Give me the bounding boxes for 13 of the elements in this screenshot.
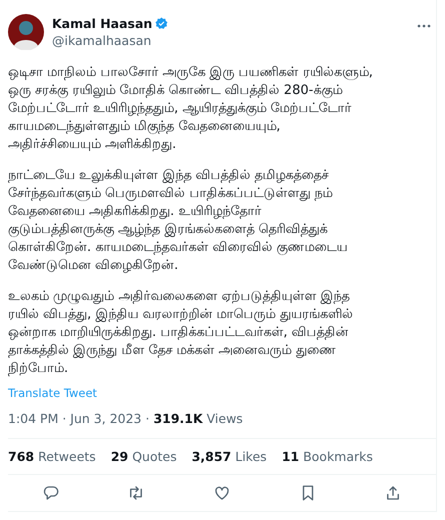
user-name[interactable]: Kamal Haasan [52, 16, 152, 31]
reply-icon[interactable] [42, 484, 60, 502]
stat-link[interactable]: 11 Bookmarks [282, 449, 373, 464]
tweet-meta: 1:04 PM · Jun 3, 2023 · 319.1K Views [8, 411, 436, 439]
stat-link[interactable]: 3,857 Likes [192, 449, 267, 464]
tweet-paragraph: ஒடிசா மாநிலம் பாலசோர் அருகே இரு பயணிகள் ரயில்களும், ஒரு சரக்கு ரயிலும் மோதிக் கொண்ட விபத்தில் 280-க்கும் மேற்பட்டோர் உயிரிழந்ததும், ஆயிரத்துக்கும் மேற்பட்டோர் காயமடைந்துள்ளதும் மிகுந்த வேதனையையும், அதிர்ச்சியையும் அளிக்கிறது. [8, 64, 374, 154]
like-icon[interactable] [212, 484, 231, 502]
stat-link[interactable]: 29 Quotes [110, 449, 177, 464]
tweet-paragraph: நாட்டையே உலுக்கியுள்ள இந்த விபத்தில் தமிழகத்தைச் சேர்ந்தவர்களும் பெருமளவில் பாதிக்கப்பட்டுள்ளது நம் வேதனையை அதிகரிக்கிறது. உயிரிழந்தோர் குடும்பத்தினருக்கு ஆழ்ந்த இரங்கல்களைத் தெரிவித்துக் கொள்கிறேன். காயமடைந்தவர்கள் விரைவில் குணமடைய வேண்டுமென விழைகிறேன். [8, 167, 349, 275]
user-handle[interactable]: @ikamalhaasan [52, 33, 408, 48]
stat-link[interactable]: 768 Retweets [8, 449, 96, 464]
avatar[interactable] [8, 14, 44, 50]
tweet-paragraph: உலகம் முழுவதும் அதிர்வலைகளை ஏற்படுத்தியுள்ள இந்த ரயில் விபத்து, இந்திய வரலாற்றின் மாபெரும் துயரங்களில் ஒன்றாக மாறியிருக்கிறது. பாதிக்கப்பட்டவர்கள், விபத்தின் தாக்கத்தில் இருந்து மீள தேச மக்கள் அனைவரும் துணை நிற்போம். [8, 288, 354, 378]
